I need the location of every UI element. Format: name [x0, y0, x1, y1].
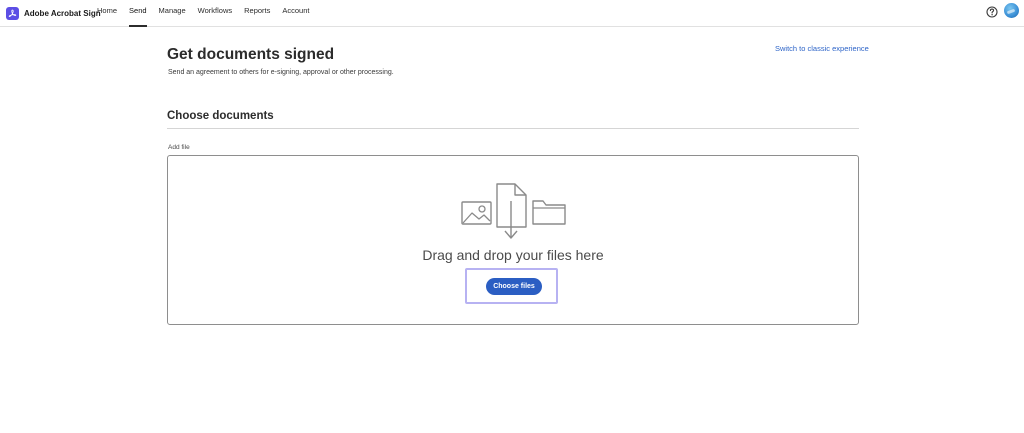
section-divider [167, 128, 859, 129]
choose-files-button[interactable]: Choose files [486, 278, 542, 295]
file-drop-zone[interactable]: Drag and drop your files here Choose fil… [167, 155, 859, 325]
page-subtitle: Send an agreement to others for e-signin… [168, 69, 394, 76]
main-nav: Home Send Manage Workflows Reports Accou… [97, 0, 321, 27]
image-icon [461, 201, 492, 225]
page-title: Get documents signed [167, 46, 335, 63]
folder-icon [532, 200, 566, 225]
nav-workflows[interactable]: Workflows [198, 0, 232, 27]
top-navigation-bar: Adobe Acrobat Sign Home Send Manage Work… [0, 0, 1024, 27]
add-file-label: Add file [168, 144, 190, 151]
nav-reports[interactable]: Reports [244, 0, 270, 27]
nav-account[interactable]: Account [282, 0, 309, 27]
help-circle-icon[interactable] [986, 5, 998, 18]
section-title-choose-documents: Choose documents [167, 110, 274, 122]
user-avatar[interactable] [1004, 3, 1019, 18]
brand[interactable]: Adobe Acrobat Sign [6, 4, 101, 22]
brand-name: Adobe Acrobat Sign [24, 8, 101, 18]
switch-classic-link[interactable]: Switch to classic experience [775, 44, 869, 53]
document-download-icon [496, 183, 527, 239]
nav-home[interactable]: Home [97, 0, 117, 27]
acrobat-logo-icon [6, 6, 19, 20]
nav-manage[interactable]: Manage [159, 0, 186, 27]
upload-illustration [461, 182, 567, 240]
nav-send[interactable]: Send [129, 0, 147, 27]
drop-instructions: Drag and drop your files here [422, 247, 604, 263]
